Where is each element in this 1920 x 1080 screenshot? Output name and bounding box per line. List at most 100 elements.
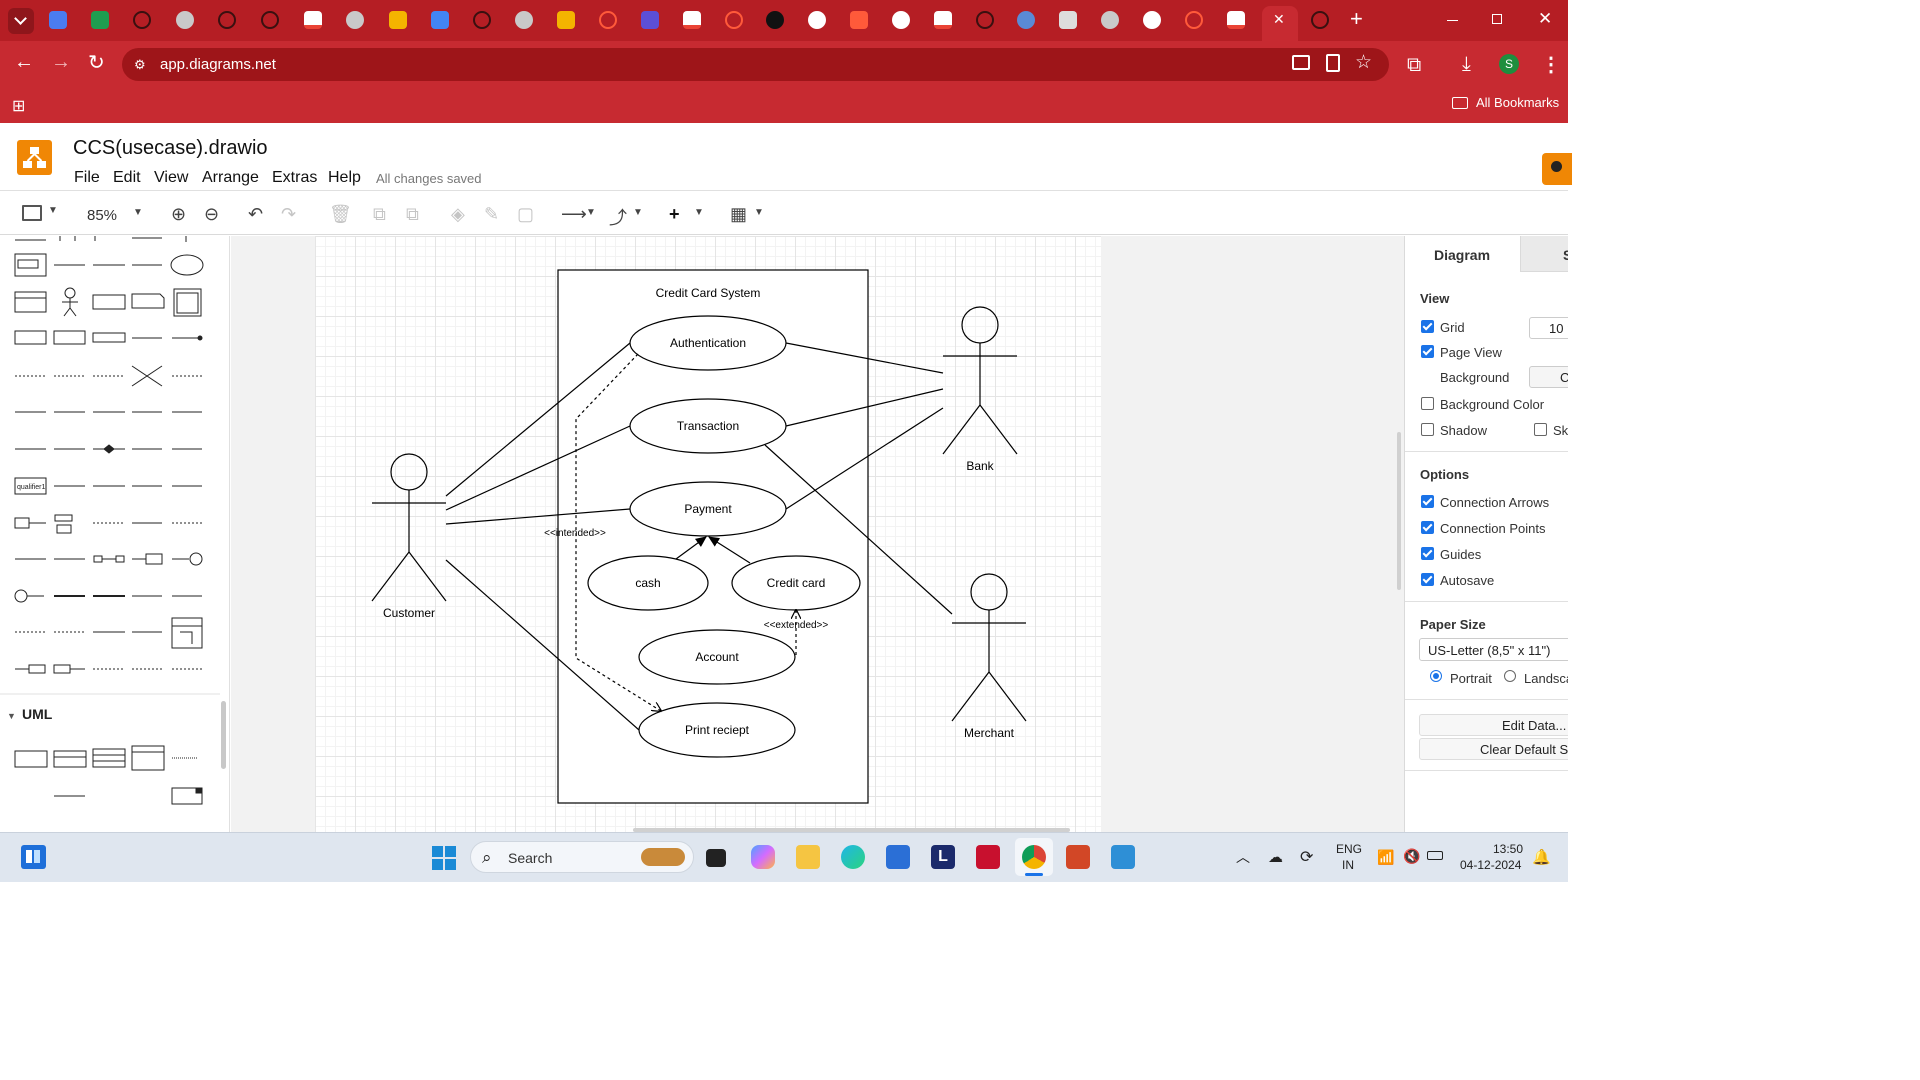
tab-favicon[interactable] [725, 11, 743, 29]
volume-muted-icon[interactable]: 🔇 [1403, 848, 1420, 865]
tab-favicon[interactable] [49, 11, 67, 29]
usecase-diagram[interactable]: Credit Card System Authentication Transa… [231, 236, 1404, 832]
tab-favicon[interactable] [91, 11, 109, 29]
guides-checkbox[interactable] [1421, 547, 1434, 560]
zoom-level[interactable]: 85% [87, 207, 117, 224]
grid-size-input[interactable]: 10 p [1529, 317, 1568, 339]
tab-favicon[interactable] [1017, 11, 1035, 29]
shadow-icon[interactable]: ▢ [517, 204, 534, 225]
stereotype-intended[interactable]: <<intended>> [544, 528, 606, 539]
usecase-label-authentication[interactable]: Authentication [670, 336, 746, 350]
table-icon[interactable]: ▦ [730, 204, 747, 225]
battery-icon[interactable] [1427, 851, 1443, 860]
chevron-down-icon[interactable]: ▼ [694, 207, 704, 218]
tab-favicon[interactable] [641, 11, 659, 29]
format-panel-icon[interactable] [22, 205, 42, 221]
bookmark-star-icon[interactable]: ☆ [1355, 51, 1372, 74]
tab-favicon[interactable] [850, 11, 868, 29]
tab-search-button[interactable] [8, 8, 34, 34]
chevron-down-icon[interactable]: ▼ [586, 207, 596, 218]
tab-diagram[interactable]: Diagram [1405, 236, 1520, 272]
actor-merchant[interactable] [951, 573, 1027, 722]
usecase-label-print-receipt[interactable]: Print reciept [685, 723, 750, 737]
tab-favicon[interactable] [1311, 11, 1329, 29]
tab-favicon[interactable] [515, 11, 533, 29]
clear-default-style-button[interactable]: Clear Default S [1419, 738, 1568, 760]
stereotype-extended[interactable]: <<extended>> [764, 620, 829, 631]
tab-favicon[interactable] [176, 11, 194, 29]
background-color-checkbox[interactable] [1421, 397, 1434, 410]
network-offline-icon[interactable]: ☁ [1268, 848, 1283, 866]
taskbar-search[interactable]: ⌕ Search [470, 841, 694, 873]
file-title[interactable]: CCS(usecase).drawio [73, 137, 268, 160]
address-bar[interactable]: ⚙ app.diagrams.net ☆ [122, 48, 1389, 81]
sync-icon[interactable]: ⟳ [1300, 847, 1313, 867]
sketch-checkbox[interactable] [1534, 423, 1547, 436]
landscape-radio[interactable] [1504, 670, 1516, 682]
menu-file[interactable]: File [74, 169, 100, 187]
chevron-down-icon[interactable]: ▼ [633, 207, 643, 218]
chevron-down-icon[interactable]: ▼ [754, 207, 764, 218]
save-page-icon[interactable] [1326, 54, 1340, 72]
usecase-label-payment[interactable]: Payment [684, 502, 732, 516]
wifi-icon[interactable]: 📶 [1377, 849, 1394, 866]
mcafee-icon[interactable] [976, 845, 1000, 869]
chevron-down-icon[interactable]: ▼ [48, 205, 58, 216]
clock-date[interactable]: 04-12-2024 [1460, 858, 1521, 872]
usecase-label-cash[interactable]: cash [635, 576, 660, 590]
install-app-icon[interactable] [1292, 55, 1310, 70]
connection-points-checkbox[interactable] [1421, 521, 1434, 534]
language-indicator[interactable]: ENG [1336, 842, 1362, 856]
tab-favicon[interactable] [346, 11, 364, 29]
browser-menu-icon[interactable]: ⋮ [1541, 52, 1561, 77]
tab-favicon[interactable] [599, 11, 617, 29]
zoom-dropdown-icon[interactable]: ▼ [133, 207, 143, 218]
region-indicator[interactable]: IN [1342, 858, 1354, 872]
undo-icon[interactable]: ↶ [248, 204, 263, 225]
actor-label-bank[interactable]: Bank [966, 459, 994, 473]
tab-favicon[interactable] [261, 11, 279, 29]
tab-favicon[interactable] [304, 11, 322, 29]
delete-icon[interactable]: 🗑 [329, 204, 352, 225]
zoom-in-icon[interactable]: ⊕ [171, 204, 186, 225]
actor-customer[interactable] [371, 453, 447, 602]
tab-favicon[interactable] [683, 11, 701, 29]
menu-edit[interactable]: Edit [113, 169, 141, 187]
portrait-radio[interactable] [1430, 670, 1442, 682]
start-button[interactable] [432, 846, 456, 870]
tab-favicon[interactable] [557, 11, 575, 29]
background-button[interactable]: C [1529, 366, 1568, 388]
reload-icon[interactable]: ↻ [88, 50, 105, 75]
diagram-canvas[interactable]: Credit Card System Authentication Transa… [231, 236, 1404, 832]
menu-arrange[interactable]: Arrange [202, 169, 259, 187]
edge-icon[interactable] [841, 845, 865, 869]
show-hidden-icons[interactable]: ︿ [1236, 847, 1250, 867]
line-color-icon[interactable]: ✎ [484, 204, 499, 225]
waypoints-icon[interactable]: ⤴ [609, 204, 627, 230]
share-button[interactable] [1542, 153, 1572, 185]
tab-favicon[interactable] [808, 11, 826, 29]
new-tab-button[interactable]: + [1350, 6, 1363, 32]
notification-bell-icon[interactable]: 🔔 [1532, 848, 1551, 866]
task-view-icon[interactable] [706, 849, 726, 867]
tab-favicon[interactable] [766, 11, 784, 29]
menu-help[interactable]: Help [328, 169, 361, 187]
notepad-icon[interactable] [1111, 845, 1135, 869]
autosave-checkbox[interactable] [1421, 573, 1434, 586]
tab-style[interactable]: S [1520, 236, 1568, 272]
sidebar-section-uml[interactable]: UML [22, 706, 52, 722]
vertical-scrollbar[interactable] [1397, 432, 1401, 590]
file-explorer-icon[interactable] [796, 845, 820, 869]
to-back-icon[interactable]: ⧉ [406, 204, 419, 225]
tab-favicon[interactable] [934, 11, 952, 29]
widgets-icon[interactable] [21, 845, 46, 869]
tab-favicon[interactable] [473, 11, 491, 29]
usecase-label-transaction[interactable]: Transaction [677, 419, 739, 433]
restore-icon[interactable] [1492, 14, 1502, 24]
tab-favicon[interactable] [1059, 11, 1077, 29]
all-bookmarks-link[interactable]: All Bookmarks [1476, 95, 1559, 110]
sidebar-scrollbar[interactable] [221, 701, 226, 769]
tab-favicon[interactable] [1101, 11, 1119, 29]
to-front-icon[interactable]: ⧉ [373, 204, 386, 225]
copilot-icon[interactable] [751, 845, 775, 869]
